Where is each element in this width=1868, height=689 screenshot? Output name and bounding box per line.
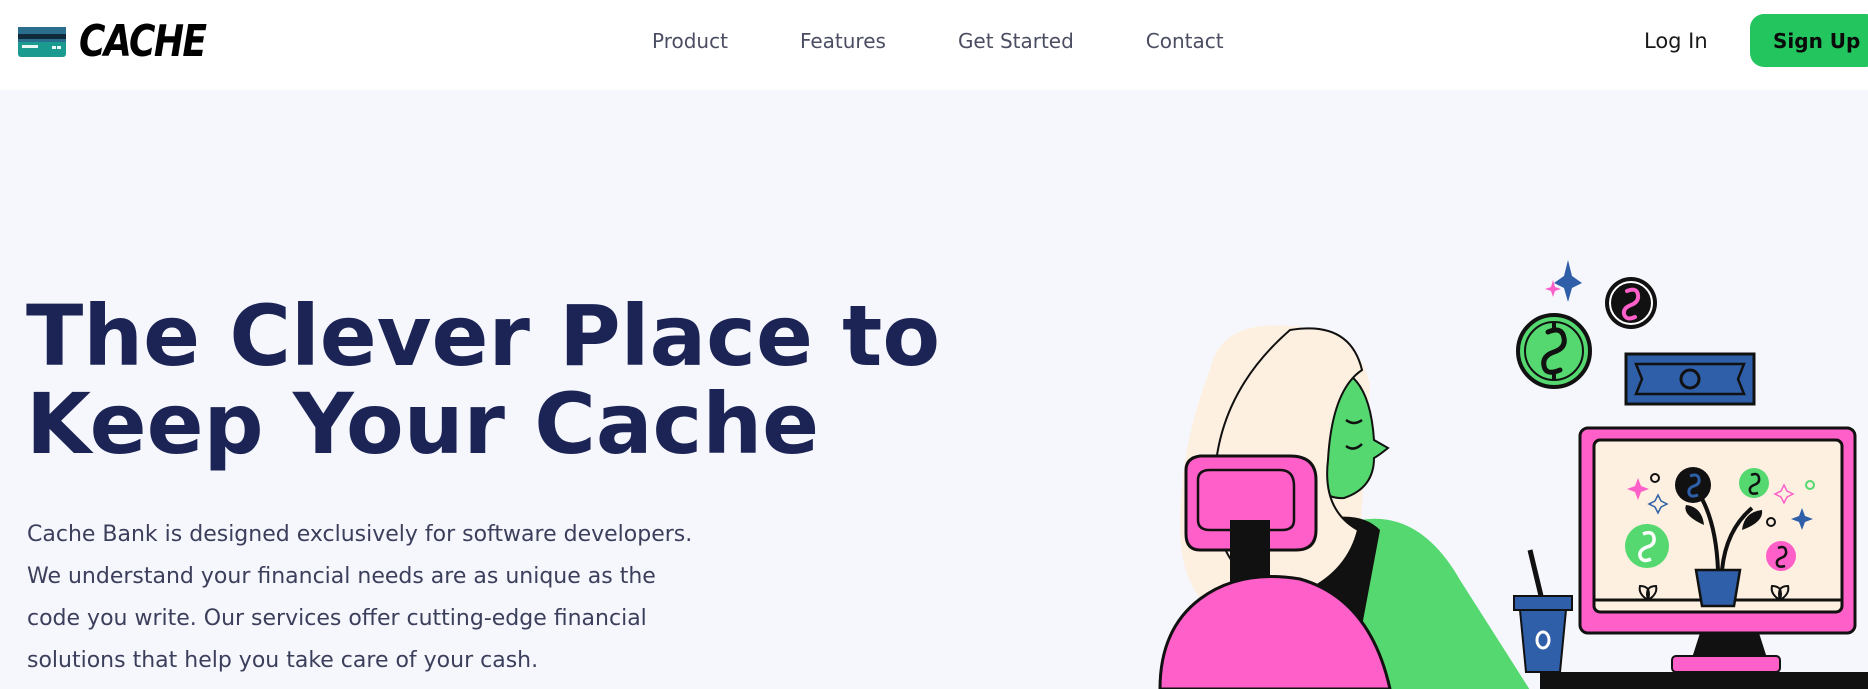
- sparkle-icon: [1554, 260, 1582, 302]
- cup-icon: [1513, 549, 1573, 673]
- nav-link-product[interactable]: Product: [652, 27, 728, 55]
- dollar-coin-icon: [1605, 277, 1657, 329]
- nav-link-get-started[interactable]: Get Started: [958, 27, 1074, 55]
- woman-at-computer-with-money-illustration: [1158, 260, 1868, 689]
- dollar-bill-icon: [1624, 352, 1756, 406]
- nav-link-contact[interactable]: Contact: [1146, 27, 1224, 55]
- hero-description-line: code you write. Our services offer cutti…: [27, 606, 647, 631]
- hero-description-line: Cache Bank is designed exclusively for s…: [27, 522, 693, 547]
- hero-description-line: We understand your financial needs are a…: [27, 564, 656, 589]
- woman-figure: [1158, 325, 1530, 689]
- main-nav: Product Features Get Started Contact: [652, 27, 1224, 55]
- credit-card-icon: [18, 27, 66, 57]
- hero-description: Cache Bank is designed exclusively for s…: [27, 514, 727, 682]
- hero-description-line: solutions that help you take care of you…: [27, 648, 539, 673]
- top-navbar: CACHE Product Features Get Started Conta…: [0, 0, 1868, 90]
- nav-link-features[interactable]: Features: [800, 27, 886, 55]
- hero-title-line: Keep Your Cache: [26, 375, 820, 473]
- login-link[interactable]: Log In: [1644, 27, 1708, 55]
- brand-logo[interactable]: CACHE: [18, 20, 233, 64]
- brand-name: CACHE: [79, 16, 207, 67]
- hero-title: The Clever Place to Keep Your Cache: [26, 292, 966, 468]
- hero-title-line: The Clever Place to: [26, 287, 941, 385]
- monitor-icon: [1578, 426, 1857, 673]
- dollar-coin-icon: [1516, 313, 1592, 389]
- signup-button[interactable]: Sign Up: [1750, 14, 1868, 67]
